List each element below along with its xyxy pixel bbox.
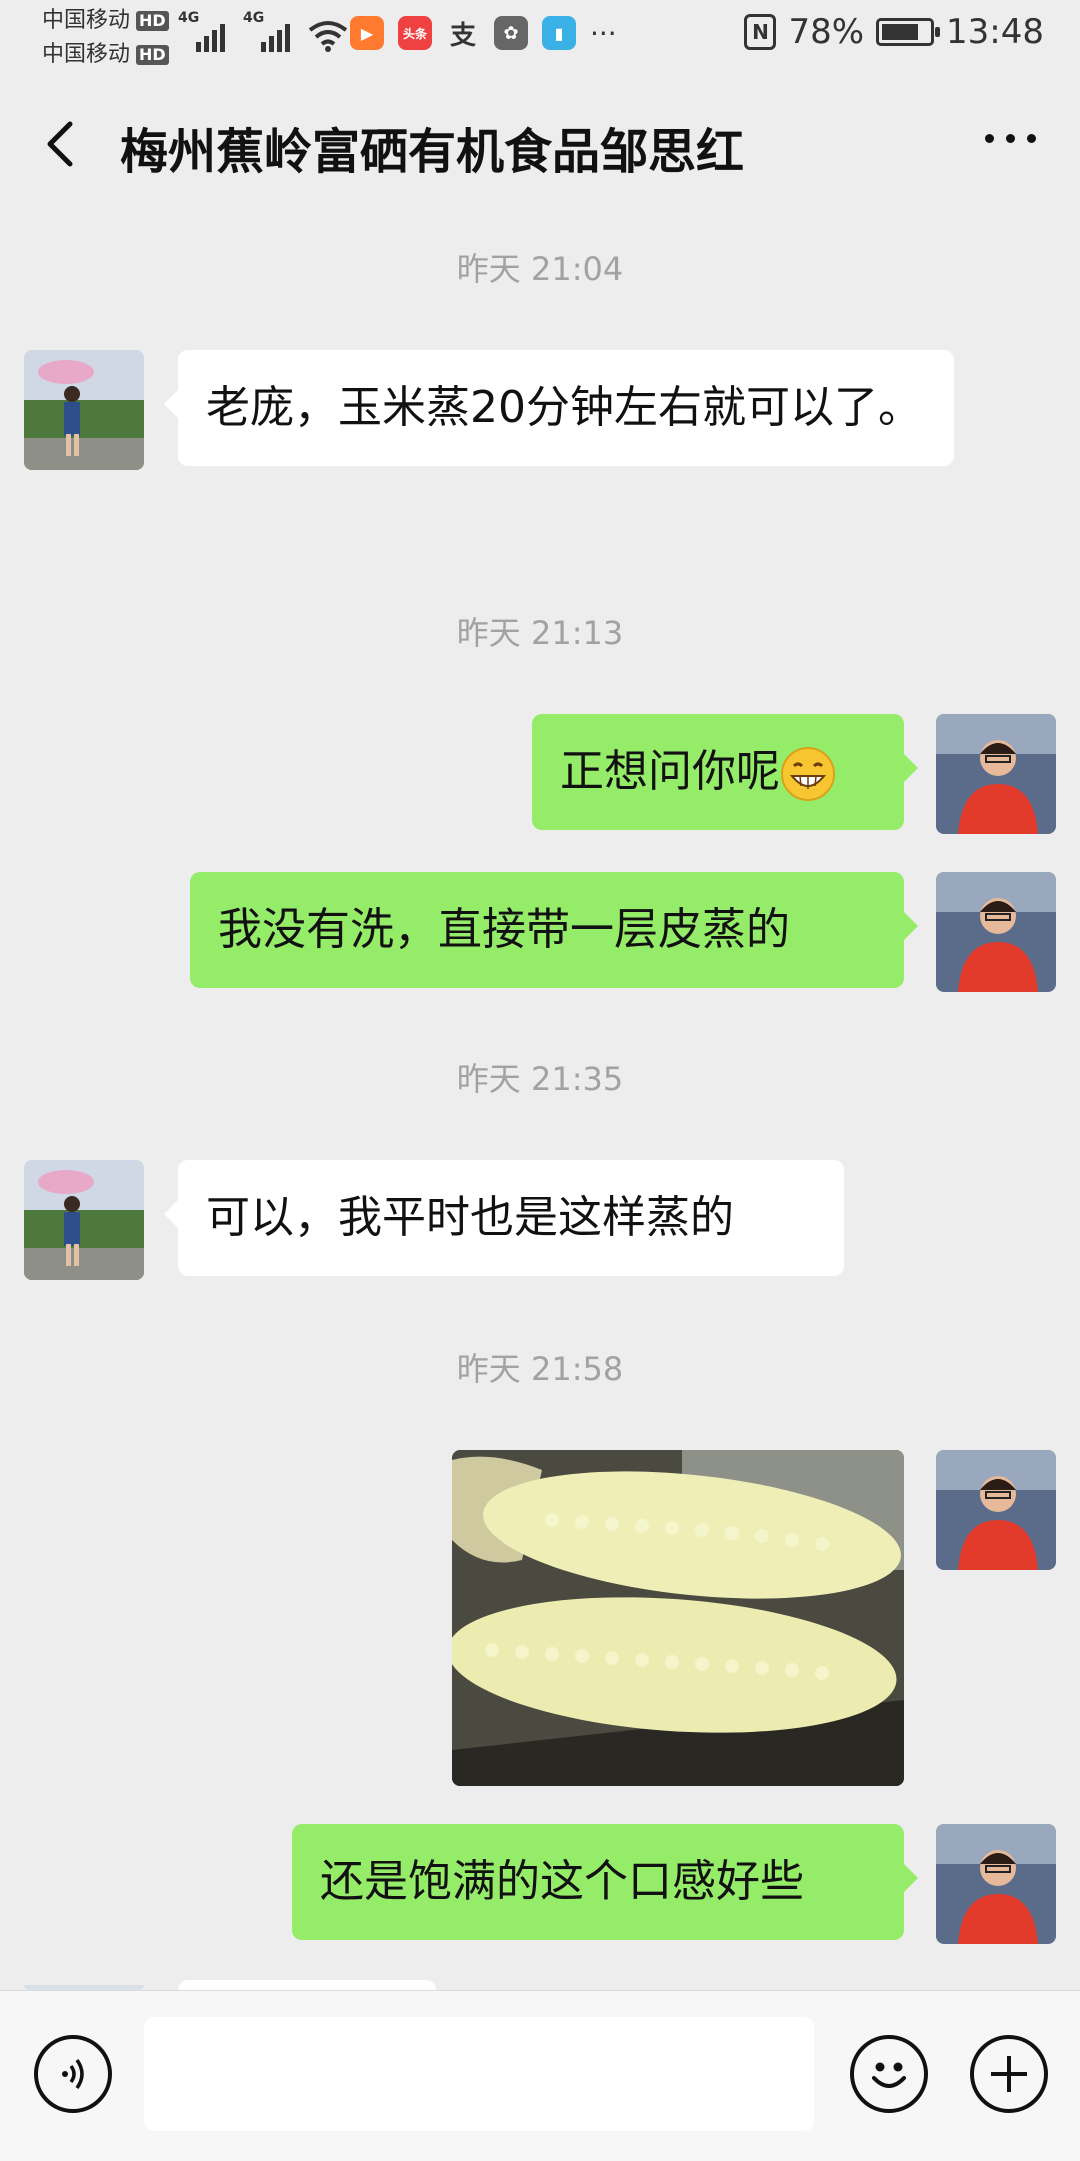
back-arrow-icon[interactable] <box>40 120 80 168</box>
voice-input-button[interactable] <box>34 2035 112 2113</box>
message-incoming[interactable]: 可以，我平时也是这样蒸的 <box>164 1160 844 1276</box>
carrier-2: 中国移动 <box>42 42 131 67</box>
message-incoming[interactable]: 老庞，玉米蒸20分钟左右就可以了。 <box>164 350 954 466</box>
message-incoming-partial <box>178 1980 436 1990</box>
wifi-icon <box>308 21 348 52</box>
message-text: 正想问你呢 <box>560 746 780 797</box>
toutiao-icon: 头条 <box>398 16 432 50</box>
timestamp: 昨天 21:13 <box>456 614 624 652</box>
huawei-icon: ✿ <box>494 16 528 50</box>
hd-badge-1: HD <box>136 11 169 31</box>
timestamp: 昨天 21:35 <box>456 1060 624 1098</box>
message-text: 老庞，玉米蒸20分钟左右就可以了。 <box>206 382 922 433</box>
hd-badge-2: HD <box>136 45 169 65</box>
signal-indicators: 4G 4G <box>178 10 348 52</box>
message-outgoing[interactable]: 还是饱满的这个口感好些 <box>292 1824 918 1940</box>
contact-avatar[interactable] <box>24 350 144 470</box>
status-bar: 中国移动 HD 中国移动 HD 4G 4G ▶ 头条 支 ✿ ▮ ··· N 78%… <box>0 0 1080 72</box>
contact-avatar-partial <box>24 1980 144 1990</box>
more-options-icon[interactable] <box>985 134 1036 143</box>
status-right: N 78% 13:48 <box>744 12 1044 52</box>
emoji-button[interactable] <box>850 2035 928 2113</box>
more-functions-button[interactable] <box>970 2035 1048 2113</box>
input-bar <box>0 1990 1080 2161</box>
alipay-icon: 支 <box>449 20 476 51</box>
chat-header: 梅州蕉岭富硒有机食品邹思红 <box>0 72 1080 216</box>
message-input[interactable] <box>144 2017 814 2131</box>
signal-1-icon: 4G <box>178 10 225 52</box>
nfc-icon: N <box>744 14 777 50</box>
notification-icons: ▶ 头条 支 ✿ ▮ ··· <box>350 16 617 51</box>
timestamp: 昨天 21:04 <box>456 250 624 288</box>
carrier-info: 中国移动 HD 中国移动 HD <box>42 4 169 72</box>
more-notifications: ··· <box>590 16 617 50</box>
plus-icon <box>991 2056 1027 2092</box>
chat-title: 梅州蕉岭富硒有机食品邹思红 <box>120 124 745 180</box>
clock: 13:48 <box>946 12 1044 52</box>
my-avatar[interactable] <box>936 1450 1056 1570</box>
voice-icon <box>62 2058 84 2090</box>
smiley-icon <box>872 2062 906 2088</box>
message-text: 可以，我平时也是这样蒸的 <box>206 1192 734 1243</box>
message-text: 我没有洗，直接带一层皮蒸的 <box>218 904 790 955</box>
message-text: 还是饱满的这个口感好些 <box>320 1856 804 1907</box>
my-avatar[interactable] <box>936 714 1056 834</box>
reader-icon: ▮ <box>542 16 576 50</box>
contact-avatar[interactable] <box>24 1160 144 1280</box>
corn-photo-message[interactable] <box>452 1450 904 1786</box>
message-outgoing[interactable]: 正想问你呢 <box>532 714 918 830</box>
battery-icon <box>876 18 941 46</box>
timestamp: 昨天 21:58 <box>456 1350 624 1388</box>
my-avatar[interactable] <box>936 872 1056 992</box>
signal-2-icon: 4G <box>243 10 290 52</box>
video-icon: ▶ <box>350 16 384 50</box>
network-type-2: 4G <box>243 10 265 26</box>
battery-percent: 78% <box>788 12 865 52</box>
message-outgoing[interactable]: 我没有洗，直接带一层皮蒸的 <box>190 872 918 988</box>
network-type-1: 4G <box>178 10 200 26</box>
grin-emoji-icon <box>781 747 835 801</box>
my-avatar[interactable] <box>936 1824 1056 1944</box>
carrier-1: 中国移动 <box>42 8 131 33</box>
